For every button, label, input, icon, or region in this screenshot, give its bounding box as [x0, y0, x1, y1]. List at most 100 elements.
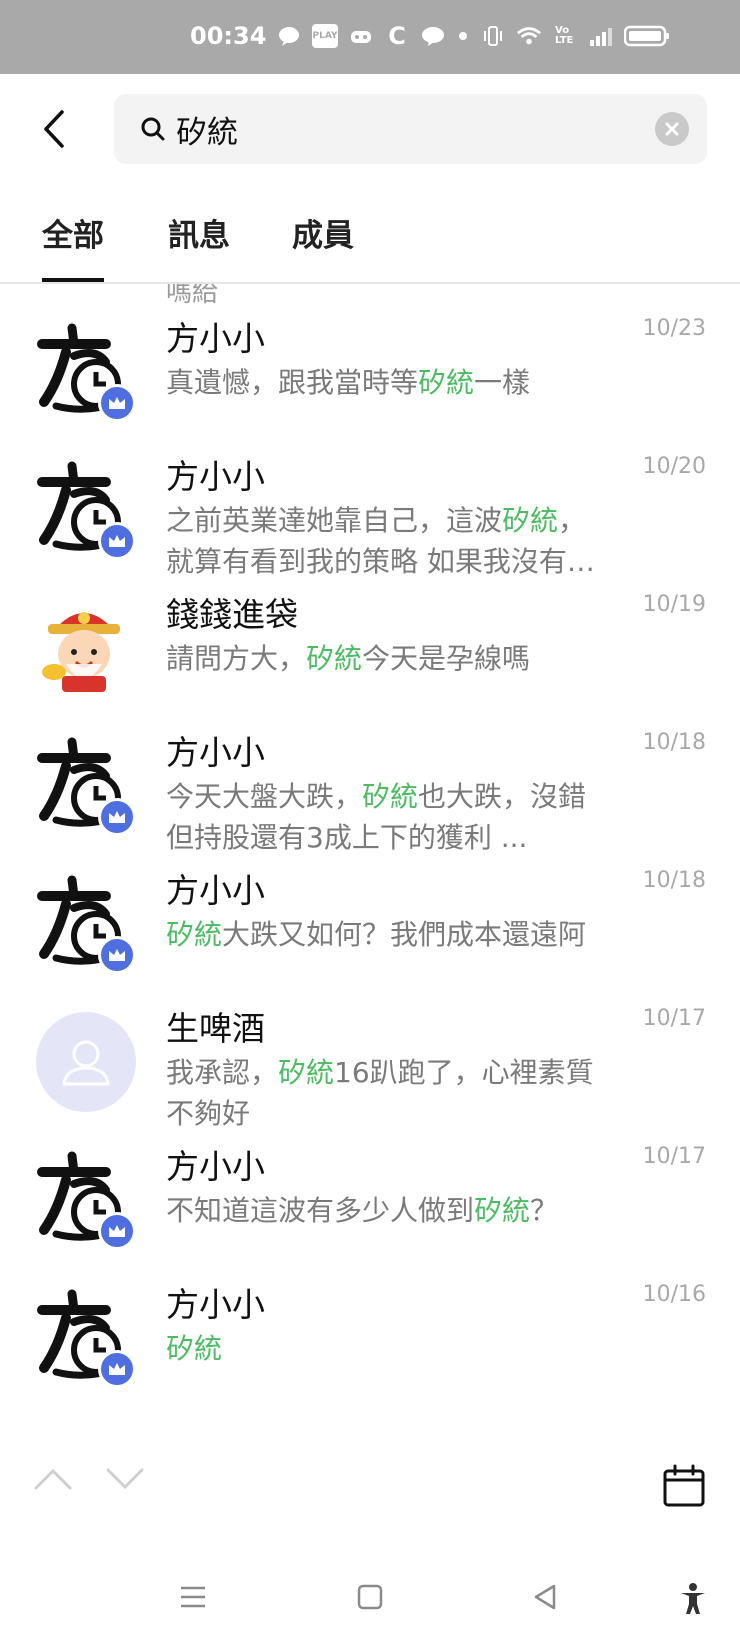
message-date: 10/18	[642, 868, 706, 893]
accessibility-icon	[681, 1583, 705, 1614]
crown-icon	[98, 936, 136, 974]
sender-name: 方小小	[166, 871, 265, 910]
result-row[interactable]: 方小小之前英業達她靠自己，這波矽統，就算有看到我的策略 如果我沒有提醒大家10/…	[0, 434, 740, 578]
close-icon	[665, 122, 679, 136]
tab-members[interactable]: 成員	[292, 210, 354, 255]
keyword-highlight: 矽統	[418, 366, 475, 399]
result-row[interactable]: 方小小矽統 10/16	[0, 1262, 740, 1406]
avatar[interactable]	[34, 320, 138, 424]
system-back-button[interactable]	[530, 1582, 560, 1616]
result-navigation-toolbar	[0, 1440, 740, 1550]
result-row[interactable]: 方小小 不知道這波有多少人做到矽統？ 10/17	[0, 1124, 740, 1268]
play-together-icon: PLAY	[312, 24, 338, 48]
message-date: 10/17	[642, 1006, 706, 1031]
home-button[interactable]	[355, 1582, 385, 1616]
keyword-highlight: 矽統	[502, 504, 559, 537]
battery-icon	[624, 24, 670, 48]
status-time: 00:34	[190, 22, 267, 50]
previous-result-button[interactable]	[32, 1466, 74, 1496]
volte-label: Vo LTE	[555, 25, 574, 46]
keyword-highlight: 矽統	[306, 642, 363, 675]
message-date: 10/18	[642, 730, 706, 755]
recent-apps-button[interactable]	[178, 1582, 208, 1616]
message-preview: 之前英業達她靠自己，這波矽統，就算有看到我的策略 如果我沒有提醒大家	[166, 500, 606, 582]
message-preview: 今天大盤大跌，矽統也大跌，沒錯 但持股還有3成上下的獲利 ...	[166, 776, 606, 858]
message-date: 10/16	[642, 1282, 706, 1307]
system-nav-bar	[0, 1560, 740, 1644]
result-row[interactable]: 錢錢進袋請問方大，矽統今天是孕線嗎 10/19	[0, 572, 740, 716]
sender-name: 生啤酒	[166, 1009, 265, 1048]
message-preview: 不知道這波有多少人做到矽統？	[166, 1190, 606, 1231]
tab-messages[interactable]: 訊息	[168, 210, 230, 255]
result-row[interactable]: 方小小 今天大盤大跌，矽統也大跌，沒錯 但持股還有3成上下的獲利 ... 10/18	[0, 710, 740, 854]
back-triangle-icon	[534, 1584, 556, 1610]
avatar[interactable]	[34, 1148, 138, 1252]
sender-name: 方小小	[166, 733, 265, 772]
message-preview: 我承認，矽統16趴跑了，心裡素質不夠好	[166, 1052, 606, 1134]
accessibility-button[interactable]	[678, 1582, 708, 1620]
wifi-icon	[516, 24, 542, 48]
message-preview: 矽統大跌又如何？我們成本還遠阿	[166, 914, 606, 955]
search-header	[0, 74, 740, 184]
keyword-highlight: 矽統	[362, 780, 419, 813]
message-date: 10/23	[642, 316, 706, 341]
avatar[interactable]	[34, 734, 138, 838]
crown-icon	[98, 384, 136, 422]
game-icon	[348, 24, 374, 48]
avatar[interactable]	[34, 872, 138, 976]
message-text: 大跌又如何？我們成本還遠阿	[222, 918, 587, 951]
volte-icon: Vo LTE	[552, 24, 578, 48]
search-icon	[140, 116, 166, 146]
message-preview: 矽統	[166, 1328, 606, 1369]
message-text: 今天是孕線嗎	[362, 642, 531, 675]
back-button[interactable]	[36, 104, 76, 154]
message-text: 今天大盤大跌，	[166, 780, 363, 813]
signal-icon	[588, 24, 614, 48]
default-user-icon	[36, 1012, 136, 1116]
search-box[interactable]	[114, 94, 707, 164]
status-bar: 00:34 PLAY C Vo LTE	[0, 0, 740, 74]
message-date: 10/20	[642, 454, 706, 479]
sender-name: 方小小	[166, 457, 265, 496]
message-date: 10/19	[642, 592, 706, 617]
message-text: 真遺憾，跟我當時等	[166, 366, 419, 399]
dot-icon	[456, 24, 470, 48]
message-text: 我承認，	[166, 1056, 279, 1089]
avatar[interactable]	[34, 1286, 138, 1390]
avatar[interactable]	[34, 596, 138, 700]
message-date: 10/17	[642, 1144, 706, 1169]
result-row[interactable]: 方小小矽統大跌又如何？我們成本還遠阿 10/18	[0, 848, 740, 992]
status-icons: PLAY C Vo LTE	[276, 22, 670, 50]
calendar-button[interactable]	[662, 1464, 706, 1512]
crown-icon	[98, 1212, 136, 1250]
tab-all[interactable]: 全部	[42, 210, 104, 282]
avatar[interactable]	[34, 1010, 138, 1114]
sender-name: 方小小	[166, 319, 265, 358]
message-preview: 真遺憾，跟我當時等矽統一樣	[166, 362, 606, 403]
chat-bubble-icon	[276, 24, 302, 48]
keyword-highlight: 矽統	[166, 918, 223, 951]
results-list[interactable]: 嗎給 方小小 真遺憾，跟我當時等矽統一樣 10/23 方小小 之前英業達她靠自己，這波矽…	[0, 284, 740, 1434]
c-app-icon: C	[388, 22, 406, 50]
next-result-button[interactable]	[104, 1466, 146, 1496]
avatar[interactable]	[34, 458, 138, 562]
keyword-highlight: 矽統	[278, 1056, 335, 1089]
chevron-up-icon	[34, 1468, 72, 1490]
message-text: ？	[530, 1194, 559, 1227]
crown-icon	[98, 798, 136, 836]
clear-button[interactable]	[655, 112, 689, 146]
calendar-icon	[663, 1464, 705, 1507]
crown-icon	[98, 522, 136, 560]
search-input[interactable]	[176, 106, 636, 152]
result-row[interactable]: 生啤酒 我承認，矽統16趴跑了，心裡素質不夠好 10/17	[0, 986, 740, 1130]
sender-name: 錢錢進袋	[166, 595, 298, 634]
message-text: 一樣	[474, 366, 531, 399]
keyword-highlight: 矽統	[166, 1332, 223, 1365]
message-text: 請問方大，	[166, 642, 307, 675]
chevron-left-icon	[44, 110, 64, 148]
result-row[interactable]: 方小小真遺憾，跟我當時等矽統一樣 10/23	[0, 296, 740, 440]
message-text: 之前英業達她靠自己，這波	[166, 504, 503, 537]
tab-bar: 全部 訊息 成員	[0, 184, 740, 284]
vibrate-icon	[480, 24, 506, 48]
sender-name: 方小小	[166, 1285, 265, 1324]
